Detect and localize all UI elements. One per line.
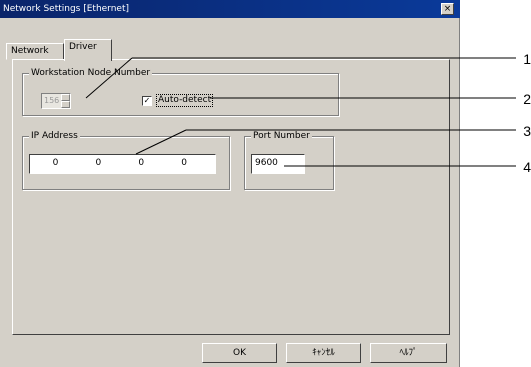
callout-line-3 [135, 129, 187, 155]
tab-driver[interactable]: Driver [64, 39, 112, 61]
callout-3: 3 [523, 123, 531, 139]
callout-2: 2 [523, 91, 531, 107]
callout-4: 4 [523, 159, 531, 175]
callout-1: 1 [523, 51, 531, 67]
callout-line-1 [85, 57, 133, 99]
